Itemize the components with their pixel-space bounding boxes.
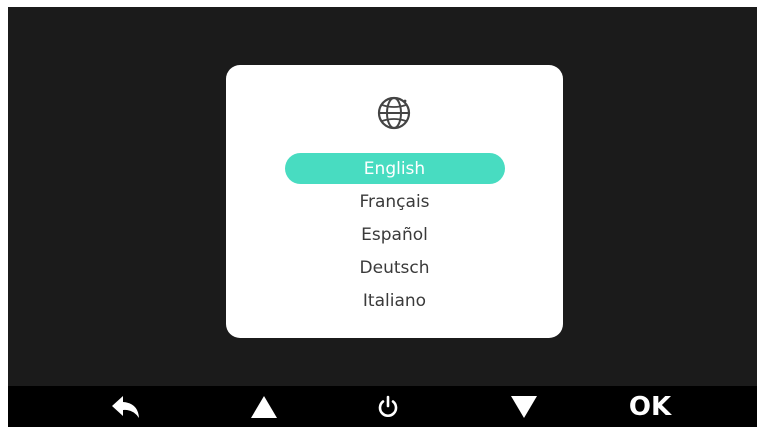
- language-option-francais[interactable]: Français: [226, 186, 563, 219]
- language-list: English Français Español Deutsch Italian…: [226, 153, 563, 318]
- language-option-english[interactable]: English: [226, 153, 563, 186]
- language-dialog: English Français Español Deutsch Italian…: [226, 65, 563, 338]
- down-button[interactable]: [494, 386, 554, 427]
- language-label: English: [363, 159, 426, 179]
- power-icon: [378, 395, 398, 417]
- up-triangle-icon: [251, 395, 277, 418]
- language-option-italiano[interactable]: Italiano: [226, 285, 563, 318]
- back-button[interactable]: [96, 386, 156, 427]
- language-label: Italiano: [362, 291, 427, 311]
- back-arrow-icon: [112, 395, 139, 418]
- language-label: Español: [361, 225, 428, 245]
- power-button[interactable]: [358, 386, 418, 427]
- language-label: Français: [359, 192, 430, 212]
- ok-label: OK: [628, 391, 672, 422]
- language-option-deutsch[interactable]: Deutsch: [226, 252, 563, 285]
- button-bar: OK: [8, 386, 757, 427]
- up-button[interactable]: [234, 386, 294, 427]
- globe-icon: [377, 96, 411, 130]
- language-label: Deutsch: [359, 258, 430, 278]
- ok-button[interactable]: OK: [620, 386, 680, 427]
- language-option-espanol[interactable]: Español: [226, 219, 563, 252]
- down-triangle-icon: [511, 395, 537, 418]
- screen-area: English Français Español Deutsch Italian…: [8, 7, 757, 386]
